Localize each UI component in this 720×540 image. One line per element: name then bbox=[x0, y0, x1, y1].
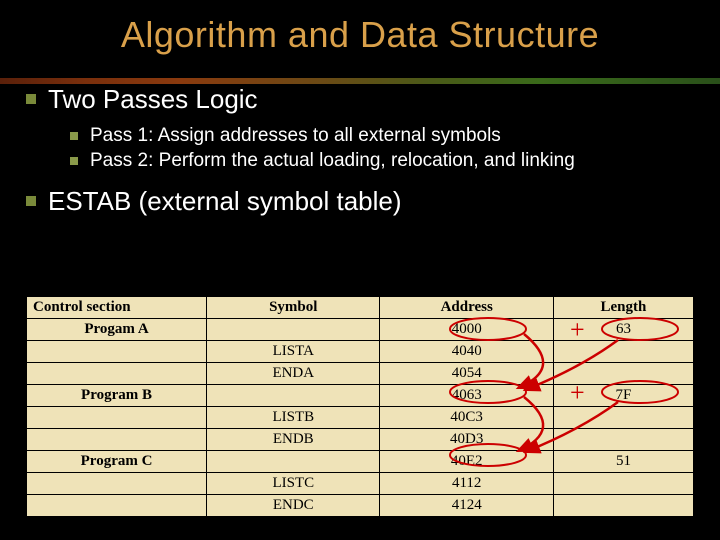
cell-cs: Program C bbox=[27, 451, 207, 473]
cell-sym: ENDA bbox=[207, 363, 380, 385]
cell-addr: 4054 bbox=[380, 363, 553, 385]
bullet-text: Pass 2: Perform the actual loading, relo… bbox=[90, 150, 575, 172]
bullet-text: Pass 1: Assign addresses to all external… bbox=[90, 125, 501, 147]
cell-cs bbox=[27, 407, 207, 429]
cell-len bbox=[553, 495, 693, 517]
bullet-level2: Pass 2: Perform the actual loading, relo… bbox=[70, 150, 694, 172]
divider-line bbox=[0, 78, 720, 84]
cell-sym: LISTB bbox=[207, 407, 380, 429]
bullet-level1: Two Passes Logic bbox=[26, 84, 694, 115]
cell-len: 63 bbox=[553, 319, 693, 341]
table-row: ENDC 4124 bbox=[27, 495, 694, 517]
bullet-text: Two Passes Logic bbox=[48, 84, 258, 115]
cell-addr: 4063 bbox=[380, 385, 553, 407]
bullet-icon bbox=[26, 94, 36, 104]
cell-len: 7F bbox=[553, 385, 693, 407]
cell-cs bbox=[27, 495, 207, 517]
bullet-text: ESTAB (external symbol table) bbox=[48, 186, 402, 217]
cell-addr: 40C3 bbox=[380, 407, 553, 429]
cell-len bbox=[553, 473, 693, 495]
table-row: ENDA 4054 bbox=[27, 363, 694, 385]
cell-sym: ENDC bbox=[207, 495, 380, 517]
cell-cs bbox=[27, 473, 207, 495]
cell-addr: 40D3 bbox=[380, 429, 553, 451]
col-header-symbol: Symbol bbox=[207, 297, 380, 319]
table-row: ENDB 40D3 bbox=[27, 429, 694, 451]
cell-len bbox=[553, 363, 693, 385]
cell-sym bbox=[207, 385, 380, 407]
slide: Algorithm and Data Structure Two Passes … bbox=[0, 0, 720, 540]
table-row: Progam A 4000 63 bbox=[27, 319, 694, 341]
col-header-control-section: Control section bbox=[27, 297, 207, 319]
estab-table-wrap: Control section Symbol Address Length Pr… bbox=[26, 296, 694, 517]
cell-cs bbox=[27, 429, 207, 451]
cell-addr: 4112 bbox=[380, 473, 553, 495]
table-row: Program B 4063 7F bbox=[27, 385, 694, 407]
sub-bullet-group: Pass 1: Assign addresses to all external… bbox=[70, 125, 694, 172]
cell-sym: LISTC bbox=[207, 473, 380, 495]
cell-len bbox=[553, 341, 693, 363]
cell-cs: Progam A bbox=[27, 319, 207, 341]
cell-sym bbox=[207, 451, 380, 473]
cell-cs: Program B bbox=[27, 385, 207, 407]
estab-table: Control section Symbol Address Length Pr… bbox=[26, 296, 694, 517]
table-row: LISTA 4040 bbox=[27, 341, 694, 363]
cell-sym: LISTA bbox=[207, 341, 380, 363]
cell-addr: 4124 bbox=[380, 495, 553, 517]
bullet-level1: ESTAB (external symbol table) bbox=[26, 186, 694, 217]
cell-len bbox=[553, 429, 693, 451]
col-header-length: Length bbox=[553, 297, 693, 319]
cell-addr: 4000 bbox=[380, 319, 553, 341]
cell-addr: 4040 bbox=[380, 341, 553, 363]
cell-sym: ENDB bbox=[207, 429, 380, 451]
bullet-icon bbox=[70, 157, 78, 165]
bullet-icon bbox=[26, 196, 36, 206]
cell-sym bbox=[207, 319, 380, 341]
bullet-level2: Pass 1: Assign addresses to all external… bbox=[70, 125, 694, 147]
table-header-row: Control section Symbol Address Length bbox=[27, 297, 694, 319]
cell-addr: 40E2 bbox=[380, 451, 553, 473]
slide-title: Algorithm and Data Structure bbox=[26, 14, 694, 56]
col-header-address: Address bbox=[380, 297, 553, 319]
table-row: LISTC 4112 bbox=[27, 473, 694, 495]
table-row: Program C 40E2 51 bbox=[27, 451, 694, 473]
cell-len: 51 bbox=[553, 451, 693, 473]
cell-cs bbox=[27, 341, 207, 363]
bullet-icon bbox=[70, 132, 78, 140]
table-row: LISTB 40C3 bbox=[27, 407, 694, 429]
cell-cs bbox=[27, 363, 207, 385]
cell-len bbox=[553, 407, 693, 429]
content-area: Two Passes Logic Pass 1: Assign addresse… bbox=[26, 84, 694, 217]
